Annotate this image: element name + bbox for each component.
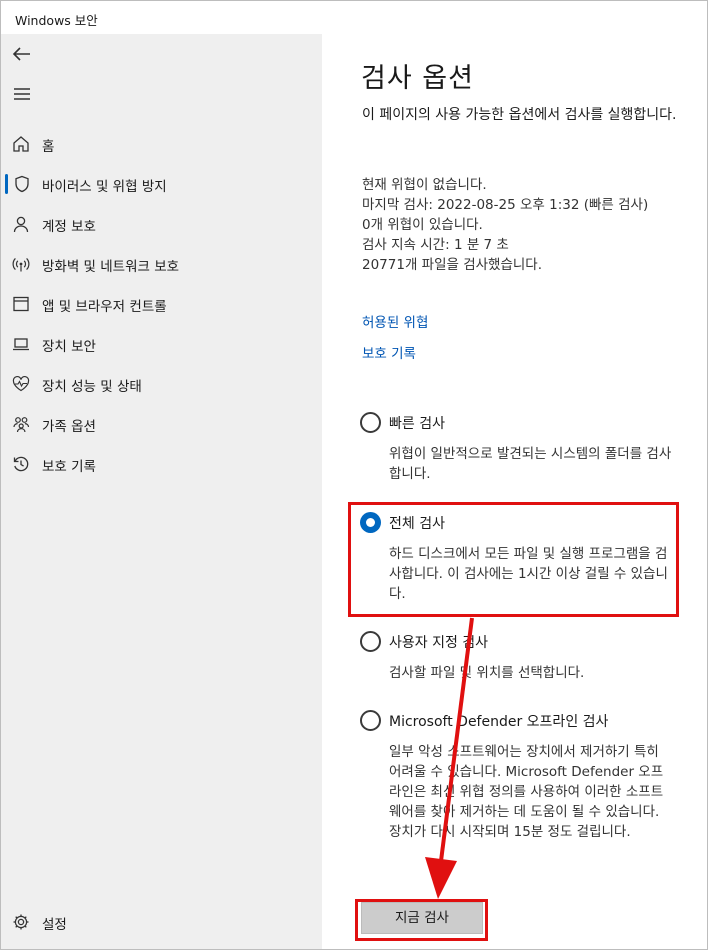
option-label: 전체 검사 [389, 516, 445, 532]
sidebar-item-home[interactable]: 홈 [1, 126, 322, 162]
option-description: 위협이 일반적으로 발견되는 시스템의 폴더를 검사합니다. [389, 446, 672, 482]
sidebar: 홈 바이러스 및 위협 방지 계정 보호 방화벽 및 네트워크 보호 앱 및 브… [1, 34, 322, 949]
sidebar-item-label: 바이러스 및 위협 방지 [42, 179, 167, 195]
allowed-threats-link[interactable]: 허용된 위협 [362, 311, 428, 331]
scan-now-button[interactable]: 지금 검사 [361, 902, 483, 934]
home-icon [12, 135, 30, 153]
sidebar-item-label: 장치 보안 [42, 339, 96, 355]
sidebar-item-label: 홈 [42, 139, 55, 155]
status-line: 마지막 검사: 2022-08-25 오후 1:32 (빠른 검사) [362, 197, 649, 213]
radio-button[interactable] [360, 710, 381, 731]
heart-pulse-icon [12, 375, 30, 393]
status-line: 20771개 파일을 검사했습니다. [362, 257, 543, 273]
history-icon [12, 455, 30, 473]
option-label: 사용자 지정 검사 [389, 635, 489, 651]
page-description: 이 페이지의 사용 가능한 옵션에서 검사를 실행합니다. [362, 107, 677, 123]
sidebar-item-label: 앱 및 브라우저 컨트롤 [42, 299, 167, 315]
gear-icon [12, 913, 30, 931]
main-content: 검사 옵션 이 페이지의 사용 가능한 옵션에서 검사를 실행합니다. 현재 위… [322, 34, 707, 949]
status-line: 검사 지속 시간: 1 분 7 초 [362, 237, 509, 253]
settings-label: 설정 [42, 917, 67, 933]
active-indicator [5, 174, 8, 194]
scan-status: 현재 위협이 없습니다. 마지막 검사: 2022-08-25 오후 1:32 … [362, 175, 682, 275]
radio-button-selected[interactable] [360, 512, 381, 533]
family-icon [12, 415, 30, 433]
sidebar-item-family-options[interactable]: 가족 옵션 [1, 406, 322, 442]
option-description: 일부 악성 소프트웨어는 장치에서 제거하기 특히 어려울 수 있습니다. Mi… [389, 744, 664, 840]
sidebar-item-virus-protection[interactable]: 바이러스 및 위협 방지 [1, 166, 322, 202]
sidebar-item-account-protection[interactable]: 계정 보호 [1, 206, 322, 242]
windows-security-window: Windows 보안 홈 바이러스 및 위협 방지 계정 보호 방화벽 및 네트… [0, 0, 708, 950]
sidebar-item-label: 가족 옵션 [42, 419, 96, 435]
sidebar-item-label: 계정 보호 [42, 219, 96, 235]
sidebar-item-settings[interactable]: 설정 [1, 904, 322, 940]
option-description: 하드 디스크에서 모든 파일 및 실행 프로그램을 검사합니다. 이 검사에는 … [389, 546, 668, 602]
protection-history-link[interactable]: 보호 기록 [362, 342, 416, 362]
laptop-icon [12, 335, 30, 353]
hamburger-menu-icon[interactable] [11, 84, 33, 104]
sidebar-item-device-security[interactable]: 장치 보안 [1, 326, 322, 362]
sidebar-item-firewall[interactable]: 방화벽 및 네트워크 보호 [1, 246, 322, 282]
radio-button[interactable] [360, 412, 381, 433]
option-description: 검사할 파일 및 위치를 선택합니다. [389, 665, 585, 681]
sidebar-item-protection-history[interactable]: 보호 기록 [1, 446, 322, 482]
page-title: 검사 옵션 [361, 63, 474, 94]
wifi-antenna-icon [12, 255, 30, 273]
status-line: 0개 위협이 있습니다. [362, 217, 483, 233]
radio-button[interactable] [360, 631, 381, 652]
sidebar-item-label: 장치 성능 및 상태 [42, 379, 142, 395]
sidebar-item-label: 방화벽 및 네트워크 보호 [42, 259, 180, 275]
back-arrow-icon[interactable] [11, 44, 33, 64]
person-icon [12, 215, 30, 233]
window-title: Windows 보안 [15, 13, 98, 28]
app-window-icon [12, 295, 30, 313]
sidebar-item-label: 보호 기록 [42, 459, 96, 475]
shield-icon [13, 175, 31, 193]
sidebar-item-device-performance[interactable]: 장치 성능 및 상태 [1, 366, 322, 402]
sidebar-item-app-browser-control[interactable]: 앱 및 브라우저 컨트롤 [1, 286, 322, 322]
option-label: Microsoft Defender 오프라인 검사 [389, 714, 609, 730]
status-line: 현재 위협이 없습니다. [362, 177, 487, 193]
option-label: 빠른 검사 [389, 416, 445, 432]
title-bar: Windows 보안 [1, 1, 707, 34]
